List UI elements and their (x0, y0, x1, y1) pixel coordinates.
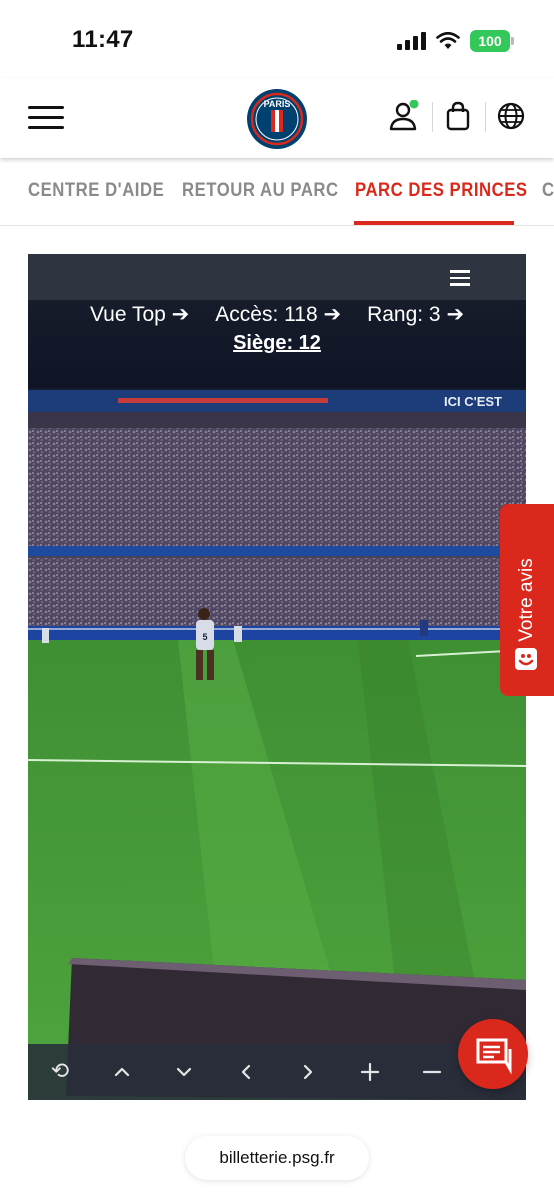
seat-viewer[interactable]: Vue Top ➔ Accès: 118 ➔ Rang: 3 ➔ Siège: … (28, 254, 526, 1100)
nav-tabs: CENTRE D'AIDE RETOUR AU PARC PARC DES PR… (0, 158, 554, 226)
battery-level: 100 (478, 33, 502, 49)
crumb-vue-top[interactable]: Vue Top ➔ (90, 302, 189, 327)
feedback-tab[interactable]: Votre avis (500, 504, 554, 696)
signal-icon (397, 32, 426, 50)
account-icon[interactable] (388, 100, 420, 132)
stadium-banner-text: ICI C'EST (444, 394, 502, 409)
rotate-icon[interactable]: ⟲ (46, 1058, 74, 1086)
up-icon[interactable] (108, 1058, 136, 1086)
down-icon[interactable] (170, 1058, 198, 1086)
viewer-controls: ⟲ (28, 1044, 526, 1100)
smiley-icon (515, 648, 537, 670)
status-time: 11:47 (72, 26, 134, 53)
right-icon[interactable] (294, 1058, 322, 1086)
url-bar[interactable]: billetterie.psg.fr (185, 1136, 369, 1180)
header-divider (485, 102, 486, 132)
site-header: PARIS (0, 78, 554, 158)
crumb-siege[interactable]: Siège: 12 (28, 332, 526, 355)
seat-breadcrumb: Vue Top ➔ Accès: 118 ➔ Rang: 3 ➔ Siège: … (28, 300, 526, 388)
menu-icon[interactable] (28, 106, 64, 130)
crumb-acces[interactable]: Accès: 118 ➔ (215, 302, 341, 327)
viewer-menu-icon[interactable] (450, 270, 470, 286)
bag-icon[interactable] (442, 100, 474, 132)
stadium-view[interactable]: ICI C'EST 5 (28, 388, 526, 1100)
tab-parc-des-princes[interactable]: PARC DES PRINCES (355, 180, 528, 202)
tab-retour-au-parc[interactable]: RETOUR AU PARC (182, 180, 339, 202)
logo-text: PARIS (264, 99, 291, 109)
feedback-label: Votre avis (516, 558, 537, 642)
tab-next-truncated[interactable]: C (542, 180, 554, 202)
status-bar: 11:47 100 (0, 0, 554, 78)
tab-centre-aide[interactable]: CENTRE D'AIDE (28, 180, 164, 202)
status-icons: 100 (397, 30, 514, 52)
active-tab-indicator (354, 221, 514, 225)
player-number: 5 (202, 632, 207, 642)
chat-button[interactable] (458, 1019, 528, 1089)
chat-icon (476, 1038, 512, 1075)
zoom-in-icon[interactable] (356, 1058, 384, 1086)
left-icon[interactable] (232, 1058, 260, 1086)
zoom-out-icon[interactable] (418, 1058, 446, 1086)
battery-icon: 100 (470, 30, 514, 52)
wifi-icon (436, 32, 460, 49)
header-divider (432, 102, 433, 132)
psg-logo[interactable]: PARIS (246, 88, 308, 150)
viewer-toolbar (28, 254, 526, 300)
crumb-rang[interactable]: Rang: 3 ➔ (367, 302, 464, 327)
globe-icon[interactable] (495, 100, 527, 132)
